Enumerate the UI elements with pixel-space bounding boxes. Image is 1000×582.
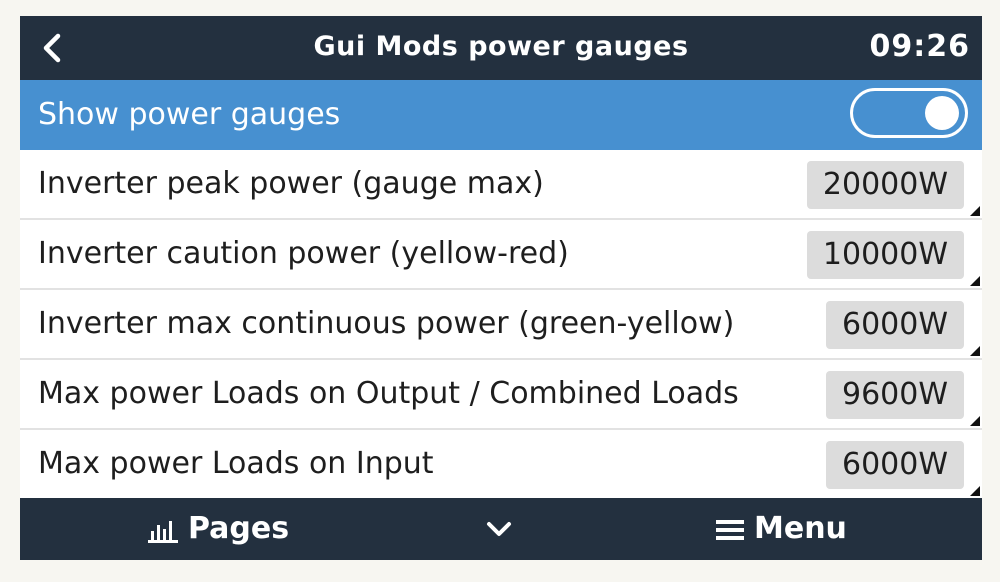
- setting-row-inverter-peak-power[interactable]: Inverter peak power (gauge max) 20000W: [20, 150, 982, 220]
- menu-label: Menu: [754, 511, 847, 546]
- pages-button[interactable]: Pages: [148, 498, 289, 560]
- setting-value[interactable]: 10000W: [806, 231, 964, 279]
- setting-row-max-power-loads-output[interactable]: Max power Loads on Output / Combined Loa…: [20, 360, 982, 430]
- chevron-down-icon[interactable]: [482, 512, 516, 546]
- back-arrow-icon[interactable]: [34, 30, 70, 66]
- show-power-gauges-label: Show power gauges: [38, 97, 341, 132]
- setting-label: Inverter max continuous power (green-yel…: [38, 306, 735, 341]
- setting-row-max-power-loads-input[interactable]: Max power Loads on Input 6000W: [20, 430, 982, 500]
- setting-value[interactable]: 6000W: [825, 301, 964, 349]
- edit-corner-icon: [970, 416, 980, 426]
- setting-label: Max power Loads on Input: [38, 446, 434, 481]
- setting-value[interactable]: 20000W: [806, 161, 964, 209]
- page-title: Gui Mods power gauges: [313, 31, 689, 62]
- menu-button[interactable]: Menu: [716, 498, 847, 560]
- setting-label: Max power Loads on Output / Combined Loa…: [38, 376, 739, 411]
- clock: 09:26: [869, 29, 970, 64]
- setting-value[interactable]: 9600W: [825, 371, 964, 419]
- setting-value[interactable]: 6000W: [825, 441, 964, 489]
- hamburger-icon: [716, 519, 744, 540]
- toggle-knob: [925, 96, 959, 130]
- bottom-bar: Pages Menu: [20, 498, 982, 560]
- edit-corner-icon: [970, 276, 980, 286]
- edit-corner-icon: [970, 486, 980, 496]
- setting-label: Inverter caution power (yellow-red): [38, 236, 569, 271]
- edit-corner-icon: [970, 346, 980, 356]
- screen: Gui Mods power gauges 09:26 Show power g…: [20, 16, 982, 560]
- setting-label: Inverter peak power (gauge max): [38, 166, 544, 201]
- show-power-gauges-row[interactable]: Show power gauges: [20, 80, 982, 150]
- show-power-gauges-toggle[interactable]: [850, 88, 968, 138]
- pages-label: Pages: [188, 511, 290, 546]
- setting-row-inverter-max-continuous-power[interactable]: Inverter max continuous power (green-yel…: [20, 290, 982, 360]
- setting-row-inverter-caution-power[interactable]: Inverter caution power (yellow-red) 1000…: [20, 220, 982, 290]
- bar-chart-icon: [148, 520, 178, 543]
- edit-corner-icon: [970, 206, 980, 216]
- top-bar: Gui Mods power gauges 09:26: [20, 16, 982, 80]
